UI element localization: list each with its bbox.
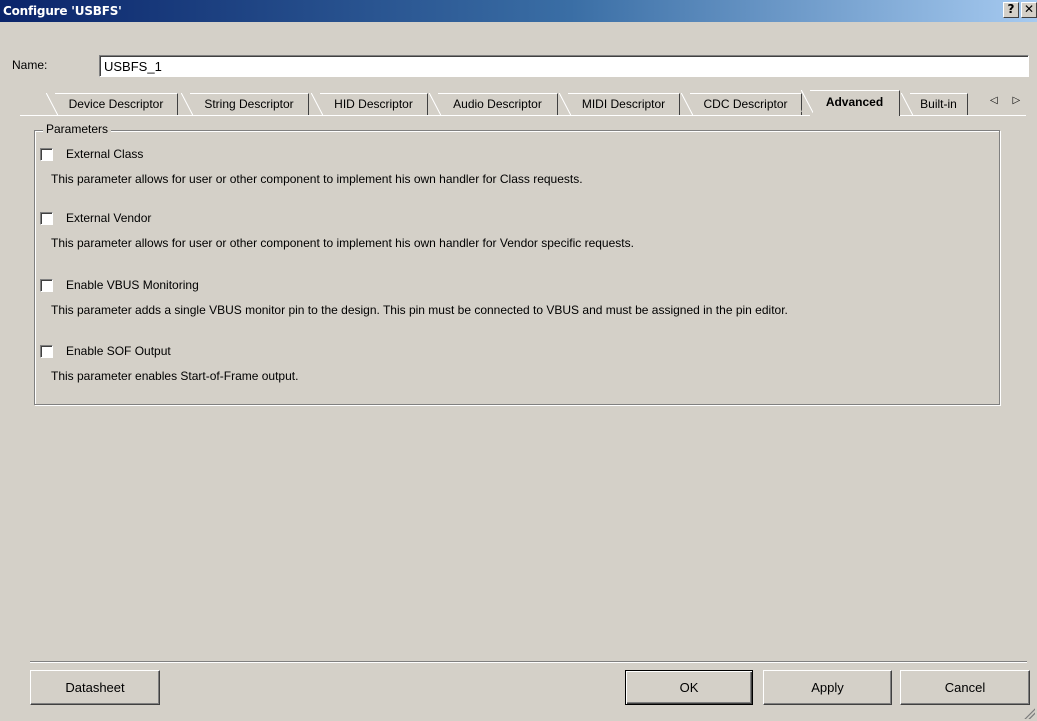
close-button[interactable]: ✕ [1021, 2, 1037, 18]
tab-midi-descriptor[interactable]: MIDI Descriptor [559, 93, 680, 116]
param-description: This parameter allows for user or other … [51, 236, 634, 250]
tab-strip: Device Descriptor String Descriptor HID … [0, 90, 1037, 116]
tab-label: MIDI Descriptor [581, 97, 666, 111]
tab-cdc-descriptor[interactable]: CDC Descriptor [681, 93, 802, 116]
help-button[interactable]: ? [1003, 2, 1019, 18]
title-bar[interactable]: Configure 'USBFS' ? ✕ [0, 0, 1037, 22]
name-label: Name: [12, 58, 48, 72]
tab-audio-descriptor[interactable]: Audio Descriptor [429, 93, 558, 116]
parameters-legend: Parameters [43, 122, 112, 136]
bottom-separator [30, 661, 1027, 663]
param-description: This parameter adds a single VBUS monito… [51, 303, 788, 317]
external-class-checkbox[interactable] [40, 148, 53, 161]
tab-built-in[interactable]: Built-in [901, 93, 968, 116]
configure-dialog: Configure 'USBFS' ? ✕ Name: Device Descr… [0, 0, 1037, 721]
tab-label: Audio Descriptor [453, 97, 542, 111]
cancel-button[interactable]: Cancel [900, 670, 1030, 705]
tab-label: Built-in [920, 97, 957, 111]
tab-advanced[interactable]: Advanced [801, 90, 900, 116]
tab-label: Advanced [825, 95, 884, 109]
enable-vbus-monitoring-checkbox[interactable] [40, 279, 53, 292]
window-title: Configure 'USBFS' [3, 4, 122, 18]
tab-hid-descriptor[interactable]: HID Descriptor [311, 93, 428, 116]
resize-grip-icon[interactable] [1023, 707, 1035, 719]
name-input[interactable] [99, 55, 1029, 77]
datasheet-button[interactable]: Datasheet [30, 670, 160, 705]
param-label[interactable]: Enable SOF Output [66, 344, 171, 358]
tab-label: Device Descriptor [68, 97, 164, 111]
tab-label: CDC Descriptor [703, 97, 788, 111]
tab-scroll-arrows-icon[interactable]: ◁ ▷ [990, 95, 1026, 106]
param-label[interactable]: External Class [66, 147, 143, 161]
param-description: This parameter allows for user or other … [51, 172, 583, 186]
enable-sof-output-checkbox[interactable] [40, 345, 53, 358]
external-vendor-checkbox[interactable] [40, 212, 53, 225]
tab-string-descriptor[interactable]: String Descriptor [181, 93, 309, 116]
param-label[interactable]: Enable VBUS Monitoring [66, 278, 199, 292]
apply-button[interactable]: Apply [763, 670, 892, 705]
tab-device-descriptor[interactable]: Device Descriptor [46, 93, 178, 116]
tab-label: HID Descriptor [334, 97, 413, 111]
param-label[interactable]: External Vendor [66, 211, 151, 225]
param-description: This parameter enables Start-of-Frame ou… [51, 369, 299, 383]
tab-label: String Descriptor [204, 97, 294, 111]
ok-button[interactable]: OK [625, 670, 753, 705]
